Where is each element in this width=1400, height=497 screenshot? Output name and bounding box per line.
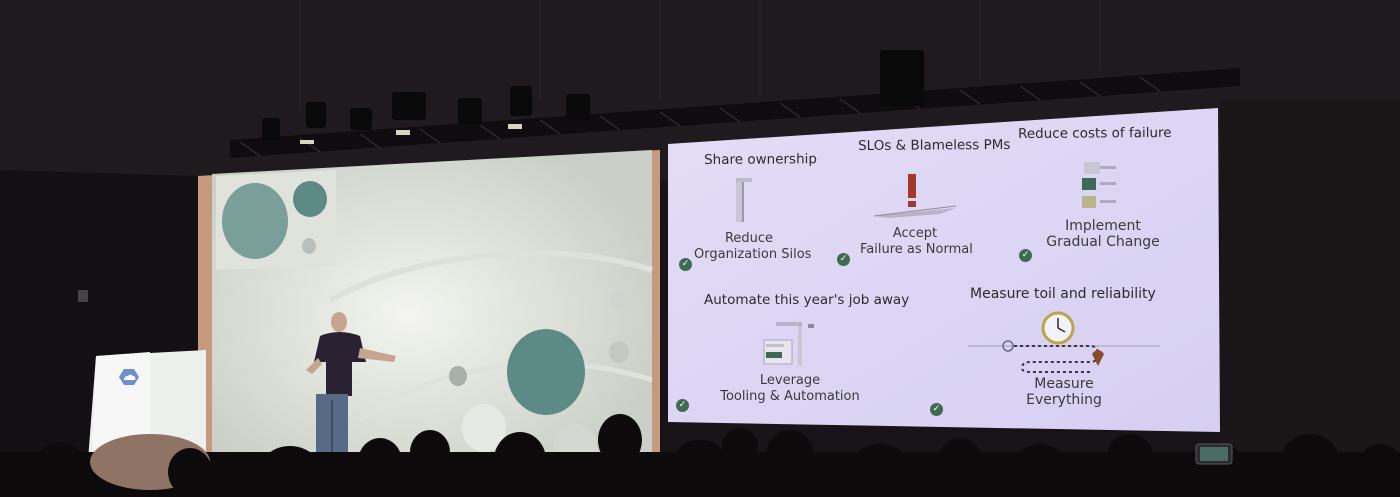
slide-heading-measure-toil: Measure toil and reliability bbox=[970, 286, 1156, 302]
check-circle-icon: ✓ bbox=[676, 399, 689, 412]
slide-caption-implement: Implement Gradual Change bbox=[1042, 218, 1164, 250]
caption-line-2: Organization Silos bbox=[694, 247, 812, 262]
slide-heading-automate: Automate this year's job away bbox=[704, 292, 910, 308]
slide-caption-leverage: Leverage Tooling & Automation bbox=[720, 373, 860, 405]
check-circle-icon: ✓ bbox=[679, 258, 692, 271]
caption-line-2: Everything bbox=[1026, 392, 1102, 408]
slide-heading-slos-blameless: SLOs & Blameless PMs bbox=[858, 136, 1011, 154]
check-circle-icon: ✓ bbox=[930, 403, 943, 416]
check-circle-icon: ✓ bbox=[1019, 249, 1032, 262]
caption-line-1: Measure bbox=[1034, 376, 1094, 392]
caption-line-2: Gradual Change bbox=[1046, 234, 1160, 250]
caption-line-2: Tooling & Automation bbox=[720, 389, 860, 404]
caption-line-2: Failure as Normal bbox=[860, 242, 973, 257]
slide-heading-reduce-costs: Reduce costs of failure bbox=[1018, 124, 1172, 142]
cloud-hexagon-logo bbox=[119, 369, 139, 385]
caption-line-1: Implement bbox=[1065, 218, 1141, 234]
slide-caption-measure: Measure Everything bbox=[1008, 376, 1120, 408]
stage-backdrop bbox=[198, 150, 660, 478]
caption-line-1: Accept bbox=[892, 226, 938, 241]
slide-heading-share-ownership: Share ownership bbox=[704, 151, 817, 168]
caption-line-1: Reduce bbox=[724, 231, 774, 246]
slide-caption-accept: Accept Failure as Normal bbox=[860, 226, 973, 258]
caption-line-1: Leverage bbox=[759, 373, 821, 388]
check-circle-icon: ✓ bbox=[837, 253, 850, 266]
slide-caption-reduce: Reduce Organization Silos bbox=[694, 231, 812, 263]
